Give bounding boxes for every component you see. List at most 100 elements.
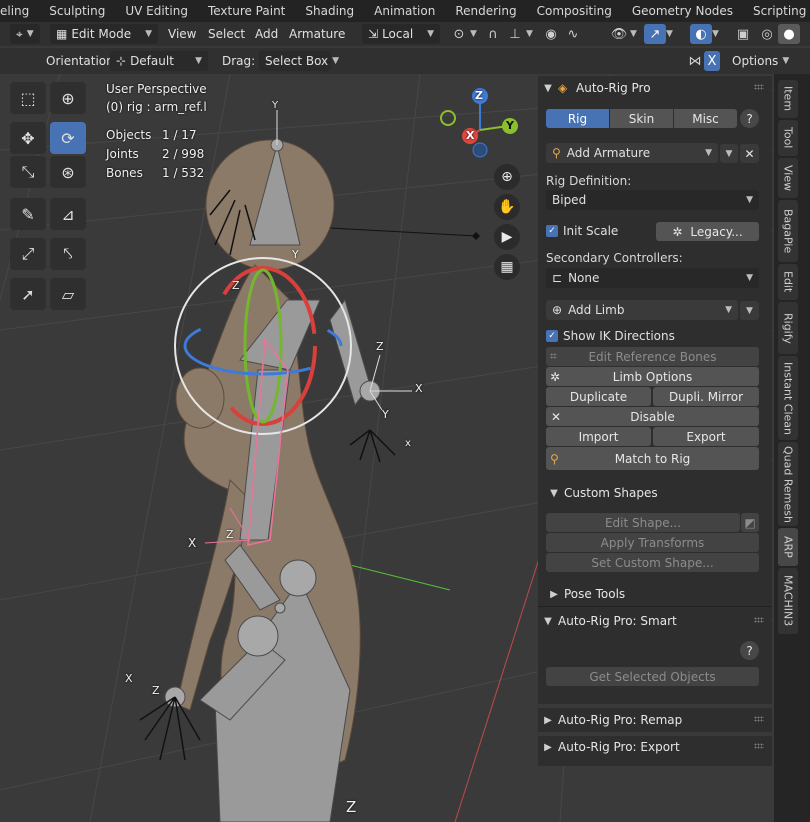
envelope-tool[interactable]: ▱	[50, 278, 86, 310]
rotate-tool[interactable]: ⟳	[50, 122, 86, 154]
camera-view-button[interactable]: ▶	[494, 224, 520, 250]
zoom-button[interactable]: ⊕	[494, 164, 520, 190]
disable-button[interactable]: ✕ Disable	[546, 407, 759, 426]
measure-tool[interactable]: ⊿	[50, 198, 86, 230]
init-scale-checkbox[interactable]: ✓ Init Scale	[546, 224, 618, 238]
rig-definition-dropdown[interactable]: Biped ▼	[546, 190, 759, 210]
dupli-mirror-button[interactable]: Dupli. Mirror	[653, 387, 759, 406]
cursor-tool[interactable]: ⊕	[50, 82, 86, 114]
falloff-dropdown[interactable]: ∿	[562, 24, 584, 44]
transform-tool[interactable]: ⊛	[50, 156, 86, 188]
menu-select[interactable]: Select	[208, 24, 245, 44]
bone-size-tool[interactable]: ⤣	[50, 238, 86, 270]
export-button[interactable]: Export	[653, 427, 759, 446]
drag-grip-icon[interactable]	[754, 84, 764, 90]
workspace-tab-rendering[interactable]: Rendering	[445, 0, 526, 22]
apply-transforms-button[interactable]: Apply Transforms	[546, 533, 759, 552]
sidebar-tab-quad-remesh[interactable]: Quad Remesh	[778, 442, 798, 526]
sidebar-tab-instant-clean[interactable]: Instant Clean	[778, 356, 798, 440]
sidebar-tab-rigify[interactable]: Rigify	[778, 302, 798, 354]
menu-armature[interactable]: Armature	[289, 24, 345, 44]
export-panel-header[interactable]: ▶ Auto-Rig Pro: Export	[538, 735, 772, 759]
drag-grip-icon[interactable]	[754, 743, 764, 749]
drag-grip-icon[interactable]	[754, 617, 764, 623]
add-limb-options[interactable]: ▼	[740, 301, 759, 320]
workspace-tab-sculpting[interactable]: Sculpting	[39, 0, 115, 22]
shading-wireframe[interactable]: ◎	[756, 24, 778, 44]
butterfly-icon: ⋈	[688, 53, 702, 69]
xray-toggle[interactable]: ▣	[732, 24, 754, 44]
pan-button[interactable]: ✋	[494, 194, 520, 220]
sidebar-tab-machin3[interactable]: MACHIN3	[778, 568, 798, 634]
extrude-tool[interactable]: ➚	[10, 278, 46, 310]
show-ik-directions-checkbox[interactable]: ✓ Show IK Directions	[546, 329, 675, 343]
arp-panel-header[interactable]: ▼ ◈ Auto-Rig Pro	[538, 76, 772, 100]
perspective-toggle-button[interactable]: ▦	[494, 254, 520, 280]
proportional-edit-toggle[interactable]: ◉	[540, 24, 562, 44]
sidebar-tab-view[interactable]: View	[778, 158, 798, 198]
mirror-x-toggle[interactable]: X	[704, 51, 720, 71]
drag-grip-icon[interactable]	[754, 716, 764, 722]
sidebar-tab-bagapie[interactable]: BagaPie	[778, 200, 798, 262]
sidebar-tab-arp[interactable]: ARP	[778, 528, 798, 566]
duplicate-button[interactable]: Duplicate	[546, 387, 651, 406]
overlays-toggle[interactable]: ◐ ▼	[690, 24, 719, 44]
snap-toggle[interactable]: ∩	[482, 24, 504, 44]
remove-armature-button[interactable]: ✕	[740, 144, 759, 163]
sidebar-tab-tool[interactable]: Tool	[778, 120, 798, 156]
match-to-rig-button[interactable]: ⚲ Match to Rig	[546, 447, 759, 470]
sidebar-tab-item[interactable]: Item	[778, 80, 798, 118]
pose-tools-header[interactable]: ▶ Pose Tools	[544, 582, 772, 606]
navigation-gizmo[interactable]	[430, 80, 550, 190]
edit-shape-button[interactable]: Edit Shape...	[546, 513, 740, 532]
move-tool[interactable]: ✥	[10, 122, 46, 154]
workspace-tab-compositing[interactable]: Compositing	[527, 0, 622, 22]
select-box-tool[interactable]: ⬚	[10, 82, 46, 114]
add-armature-options[interactable]: ▼	[720, 144, 738, 163]
set-custom-shape-button[interactable]: Set Custom Shape...	[546, 553, 759, 572]
editor-type-dropdown[interactable]: ⌖ ▼	[10, 24, 40, 44]
tab-misc[interactable]: Misc	[674, 109, 737, 128]
add-limb-dropdown[interactable]: ⊕ Add Limb ▼	[546, 300, 738, 320]
workspace-tab-texture-paint[interactable]: Texture Paint	[198, 0, 295, 22]
orientation-dropdown[interactable]: ⊹ Default ▼	[110, 51, 208, 71]
custom-shapes-header[interactable]: ▼ Custom Shapes	[544, 481, 772, 505]
workspace-tab-scripting[interactable]: Scripting	[743, 0, 810, 22]
smart-help-button[interactable]: ?	[740, 641, 759, 660]
get-selected-objects-button[interactable]: Get Selected Objects	[546, 667, 759, 686]
shape-options-button[interactable]: ◩	[741, 513, 759, 532]
edit-reference-bones-button[interactable]: ⌗ Edit Reference Bones	[546, 347, 759, 366]
limb-options-button[interactable]: ✲ Limb Options	[546, 367, 759, 386]
help-button[interactable]: ?	[740, 109, 759, 128]
secondary-controllers-dropdown[interactable]: ⊏ None ▼	[546, 268, 759, 288]
visibility-dropdown[interactable]: 👁 ▼	[608, 24, 637, 44]
smart-panel-header[interactable]: ▼ Auto-Rig Pro: Smart	[538, 609, 772, 633]
scale-tool[interactable]: ⤡	[10, 156, 46, 188]
import-button[interactable]: Import	[546, 427, 651, 446]
add-armature-dropdown[interactable]: ⚲ Add Armature ▼	[546, 143, 718, 163]
gizmo-toggle[interactable]: ↗ ▼	[644, 24, 673, 44]
mirror-options[interactable]: ⋈	[684, 51, 706, 71]
drag-dropdown[interactable]: Select Box ▼	[259, 51, 339, 71]
workspace-tab-geometry-nodes[interactable]: Geometry Nodes	[622, 0, 743, 22]
menu-add[interactable]: Add	[255, 24, 278, 44]
legacy-button[interactable]: ✲ Legacy...	[656, 222, 759, 241]
roll-tool[interactable]: ⤢	[10, 238, 46, 270]
mode-dropdown[interactable]: ▦ Edit Mode ▼	[50, 24, 158, 44]
pivot-point-dropdown[interactable]: ⊙ ▼	[448, 24, 477, 44]
edit-mode-icon: ▦	[56, 27, 68, 41]
workspace-tab-uv-editing[interactable]: UV Editing	[115, 0, 198, 22]
options-dropdown[interactable]: Options ▼	[726, 51, 796, 71]
workspace-tab-modeling[interactable]: eling	[0, 0, 39, 22]
remap-panel-header[interactable]: ▶ Auto-Rig Pro: Remap	[538, 708, 772, 732]
sidebar-tab-edit[interactable]: Edit	[778, 264, 798, 300]
annotate-tool[interactable]: ✎	[10, 198, 46, 230]
shading-solid[interactable]: ●	[778, 24, 800, 44]
workspace-tab-shading[interactable]: Shading	[295, 0, 364, 22]
tab-skin[interactable]: Skin	[610, 109, 673, 128]
transform-orientation-dropdown[interactable]: ⇲ Local ▼	[362, 24, 440, 44]
tab-rig[interactable]: Rig	[546, 109, 609, 128]
menu-view[interactable]: View	[168, 24, 196, 44]
workspace-tab-animation[interactable]: Animation	[364, 0, 445, 22]
snap-target-dropdown[interactable]: ⊥ ▼	[504, 24, 533, 44]
